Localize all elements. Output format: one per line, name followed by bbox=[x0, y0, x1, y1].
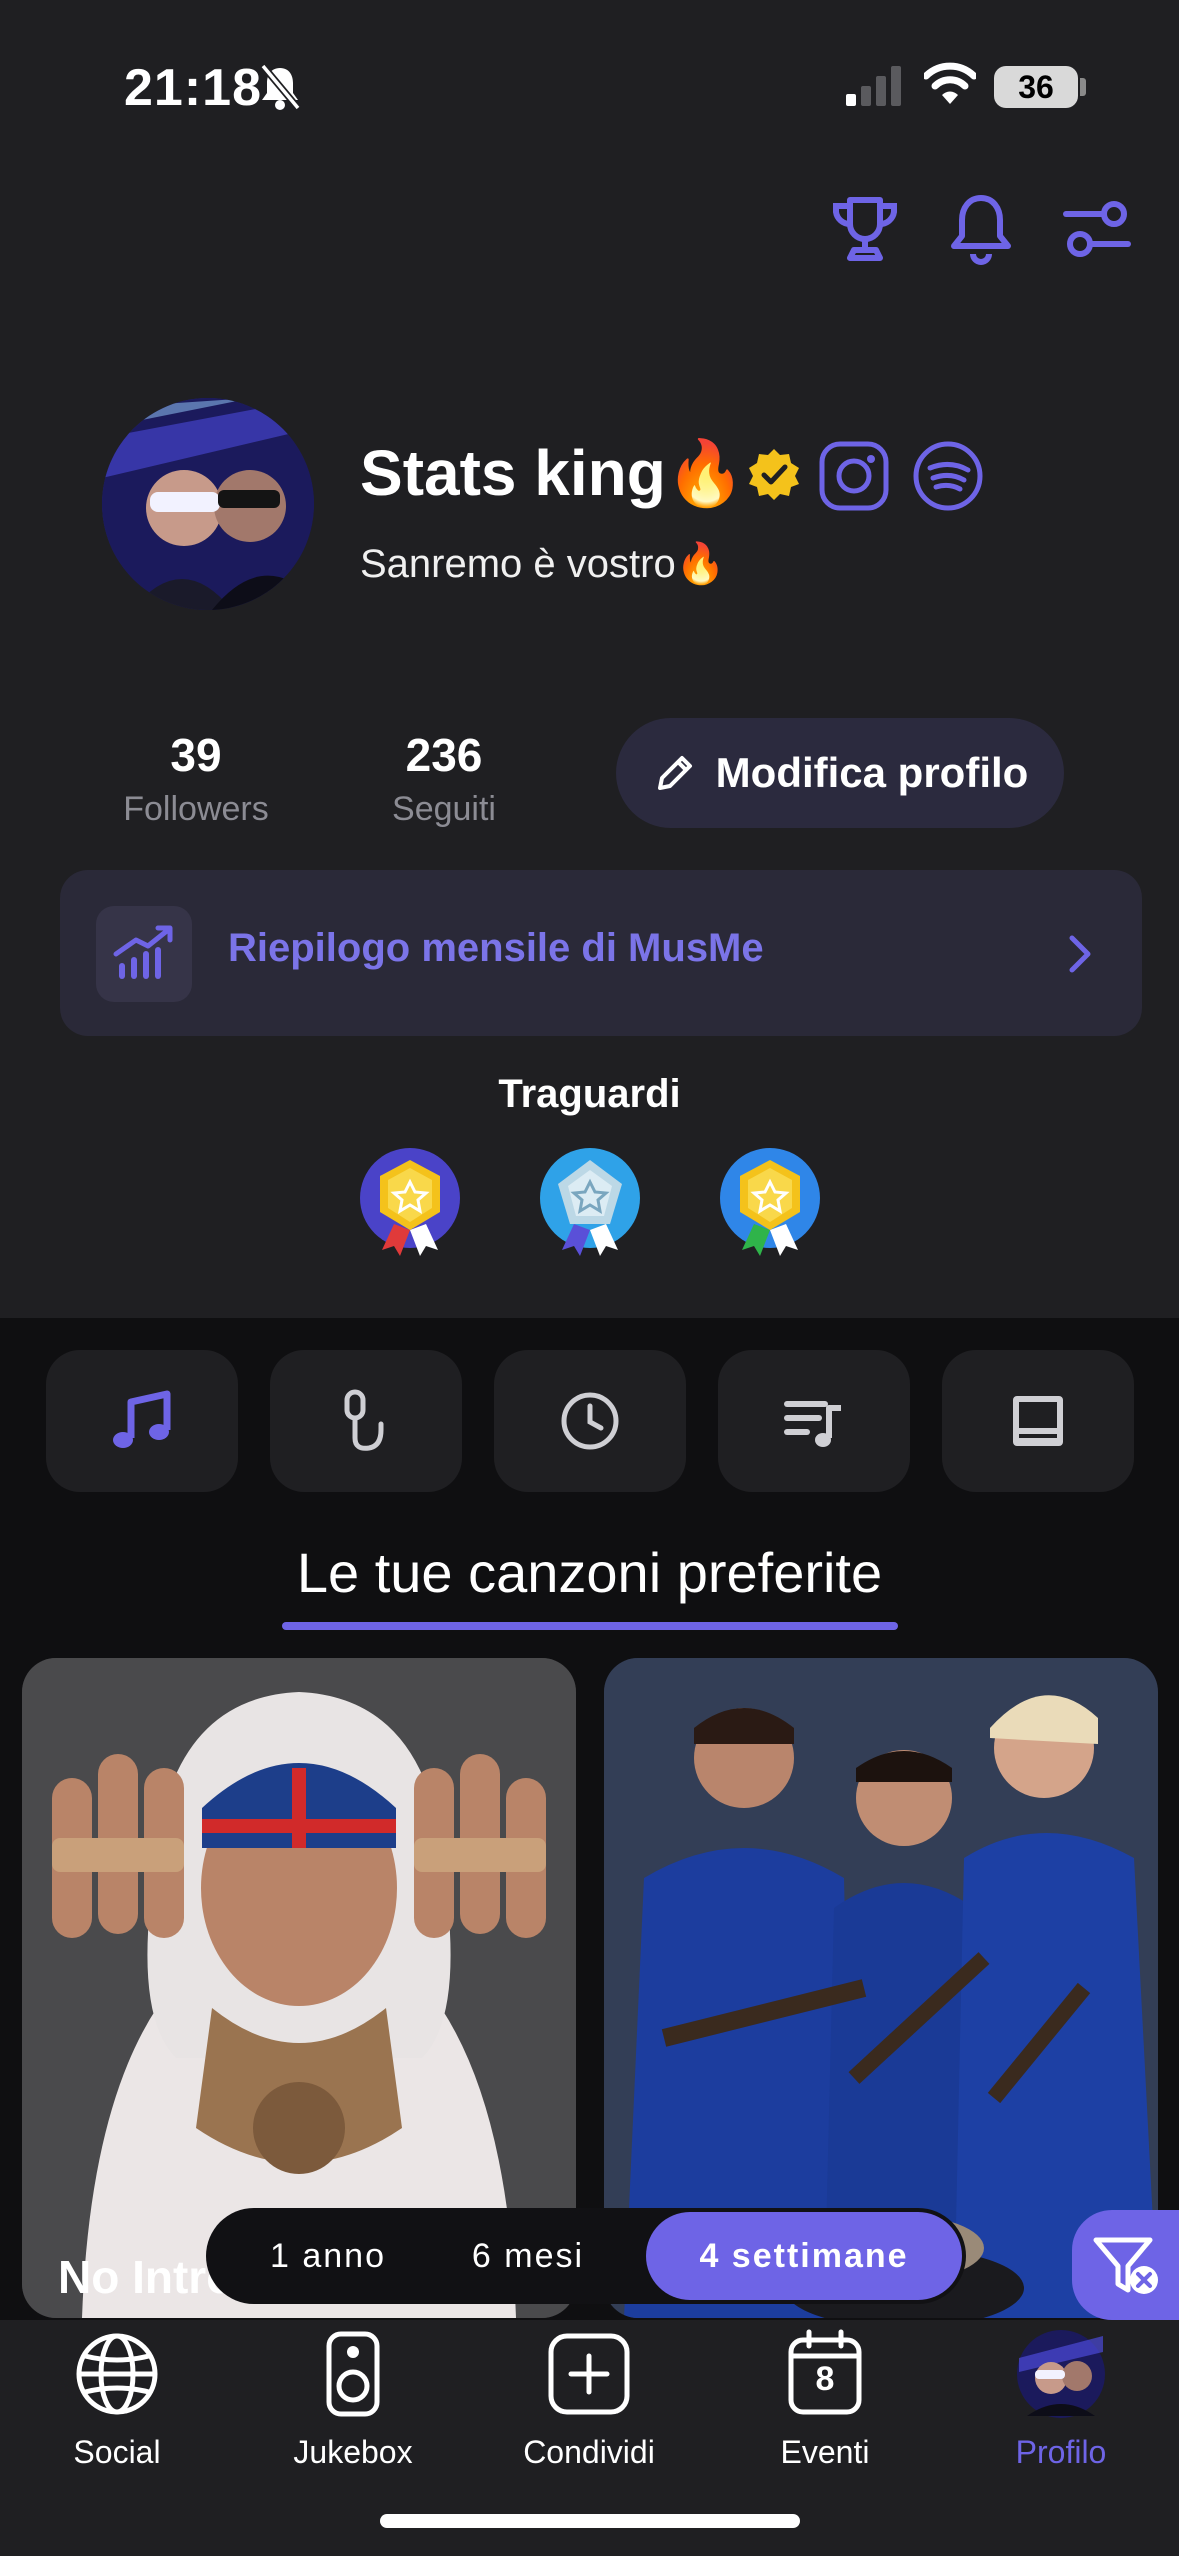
filter-clear-icon bbox=[1093, 2237, 1158, 2294]
nav-profile-label: Profilo bbox=[1015, 2434, 1107, 2470]
tab-playlists[interactable] bbox=[718, 1350, 910, 1492]
microphone-icon bbox=[344, 1389, 384, 1451]
verified-badge-icon bbox=[749, 449, 799, 500]
monthly-recap-banner[interactable]: Riepilogo mensile di MusMe bbox=[60, 870, 1142, 1036]
period-option-6-months[interactable]: 6 mesi bbox=[438, 2208, 618, 2304]
period-option-4-weeks[interactable]: 4 settimane bbox=[646, 2208, 962, 2304]
calendar-icon: 8 bbox=[779, 2328, 871, 2420]
filter-clear-button[interactable] bbox=[1072, 2210, 1179, 2320]
edit-profile-button[interactable]: Modifica profilo bbox=[616, 718, 1064, 828]
music-note-icon bbox=[113, 1390, 171, 1448]
battery-indicator: 36 bbox=[994, 66, 1078, 108]
green-gold-medal-badge-icon[interactable] bbox=[714, 1146, 826, 1258]
profile-name: Stats king🔥 bbox=[360, 437, 746, 509]
monthly-recap-label: Riepilogo mensile di MusMe bbox=[228, 926, 764, 970]
speaker-icon bbox=[326, 2331, 380, 2417]
followers-label[interactable]: Followers bbox=[86, 790, 306, 829]
plus-square-icon bbox=[548, 2333, 630, 2415]
album-icon bbox=[1013, 1396, 1063, 1446]
following-count[interactable]: 236 bbox=[334, 728, 554, 782]
edit-profile-label: Modifica profilo bbox=[715, 749, 1029, 796]
calendar-day: 8 bbox=[815, 2360, 835, 2398]
nav-share[interactable]: Condividi bbox=[489, 2328, 689, 2478]
profile-avatar-icon bbox=[1017, 2330, 1105, 2418]
gold-medal-badge-icon[interactable] bbox=[354, 1146, 466, 1258]
battery-tip bbox=[1080, 78, 1086, 96]
spotify-icon[interactable] bbox=[912, 440, 984, 512]
favorite-songs-title: Le tue canzoni preferite bbox=[296, 1541, 883, 1604]
nav-events-label: Eventi bbox=[780, 2434, 870, 2470]
clock-icon bbox=[561, 1392, 619, 1450]
nav-profile[interactable]: Profilo bbox=[961, 2328, 1161, 2478]
chevron-right-icon bbox=[1069, 935, 1091, 973]
playlist-icon bbox=[784, 1401, 841, 1447]
nav-jukebox-label: Jukebox bbox=[293, 2434, 413, 2470]
nav-jukebox[interactable]: Jukebox bbox=[253, 2328, 453, 2478]
cellular-signal-icon bbox=[846, 66, 901, 106]
section-title-underline bbox=[282, 1622, 898, 1630]
globe-icon bbox=[76, 2333, 158, 2415]
tab-albums[interactable] bbox=[942, 1350, 1134, 1492]
tab-history[interactable] bbox=[494, 1350, 686, 1492]
pencil-icon bbox=[657, 756, 692, 790]
notifications-bell-icon[interactable] bbox=[942, 190, 1020, 268]
home-indicator bbox=[380, 2514, 800, 2528]
profile-bio: Sanremo è vostro🔥 bbox=[360, 542, 726, 586]
tab-songs[interactable] bbox=[46, 1350, 238, 1492]
wifi-icon bbox=[924, 62, 976, 104]
chart-growth-icon bbox=[113, 925, 173, 979]
period-selector: 1 anno 6 mesi 4 settimane bbox=[206, 2208, 966, 2304]
tab-artists[interactable] bbox=[270, 1350, 462, 1492]
nav-social-label: Social bbox=[73, 2434, 161, 2470]
profile-avatar[interactable] bbox=[102, 398, 314, 610]
settings-sliders-icon[interactable] bbox=[1058, 190, 1136, 268]
achievements-title: Traguardi bbox=[498, 1072, 681, 1116]
nav-social[interactable]: Social bbox=[17, 2328, 217, 2478]
nav-events[interactable]: 8 Eventi bbox=[725, 2328, 925, 2478]
recap-icon-container bbox=[96, 906, 192, 1002]
trophy-icon[interactable] bbox=[826, 190, 904, 268]
nav-share-label: Condividi bbox=[523, 2434, 655, 2470]
silver-medal-badge-icon[interactable] bbox=[534, 1146, 646, 1258]
instagram-icon[interactable] bbox=[818, 440, 890, 512]
status-time: 21:18 bbox=[124, 59, 262, 117]
followers-count[interactable]: 39 bbox=[86, 728, 306, 782]
period-option-1-year[interactable]: 1 anno bbox=[230, 2208, 426, 2304]
bell-muted-icon bbox=[260, 63, 301, 111]
following-label[interactable]: Seguiti bbox=[334, 790, 554, 829]
